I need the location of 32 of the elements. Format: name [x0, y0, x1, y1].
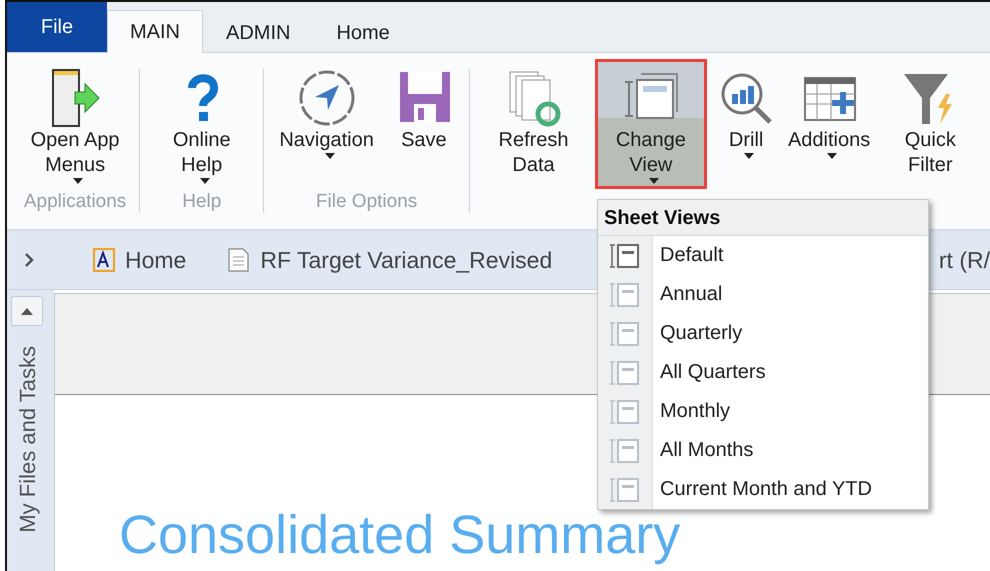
menu-item[interactable]: Quarterly	[598, 314, 928, 353]
triangle-up-icon	[20, 306, 34, 316]
ribbon-button[interactable]: Change View	[595, 59, 707, 189]
document-tab[interactable]: RF Target Variance_Revised	[226, 246, 552, 274]
menu-item[interactable]: Default	[598, 236, 928, 275]
ribbon-tab[interactable]: MAIN	[107, 10, 203, 53]
document-tab[interactable]: Home	[91, 246, 186, 274]
app-letter-icon	[91, 247, 117, 273]
ribbon-tab[interactable]: Home	[313, 13, 413, 53]
scroll-up-button[interactable]	[10, 296, 42, 326]
group-label: Help	[182, 191, 222, 213]
ribbon-button[interactable]: Refresh Data	[478, 59, 590, 183]
ribbon-button[interactable]: Additions	[786, 59, 873, 164]
menu-item[interactable]: All Quarters	[598, 353, 928, 392]
group-label: Applications	[24, 191, 126, 213]
sheet-heading: Consolidated Summary	[119, 507, 680, 564]
menu-title: Sheet Views	[598, 200, 928, 236]
menu-item[interactable]: Annual	[598, 275, 928, 314]
menu-item[interactable]: Monthly	[598, 392, 928, 431]
menu-item[interactable]: Current Month and YTD	[598, 470, 928, 509]
ribbon-tab[interactable]: ADMIN	[203, 13, 314, 53]
ribbon-button[interactable]: Open App Menus	[19, 59, 132, 189]
ribbon-button[interactable]: Save	[386, 59, 461, 158]
ribbon-button[interactable]: Drill	[712, 59, 780, 164]
ribbon-button[interactable]: Navigation	[272, 59, 381, 164]
ribbon-button[interactable]: Online Help	[148, 59, 256, 189]
document-tab[interactable]: rt (R/	[938, 246, 990, 274]
file-button[interactable]: File	[7, 2, 107, 52]
group-label: File Options	[316, 191, 418, 213]
menu-item[interactable]: All Months	[598, 431, 928, 470]
chevron-right-icon	[23, 252, 35, 268]
ribbon-button[interactable]: Quick Filter	[878, 59, 982, 183]
